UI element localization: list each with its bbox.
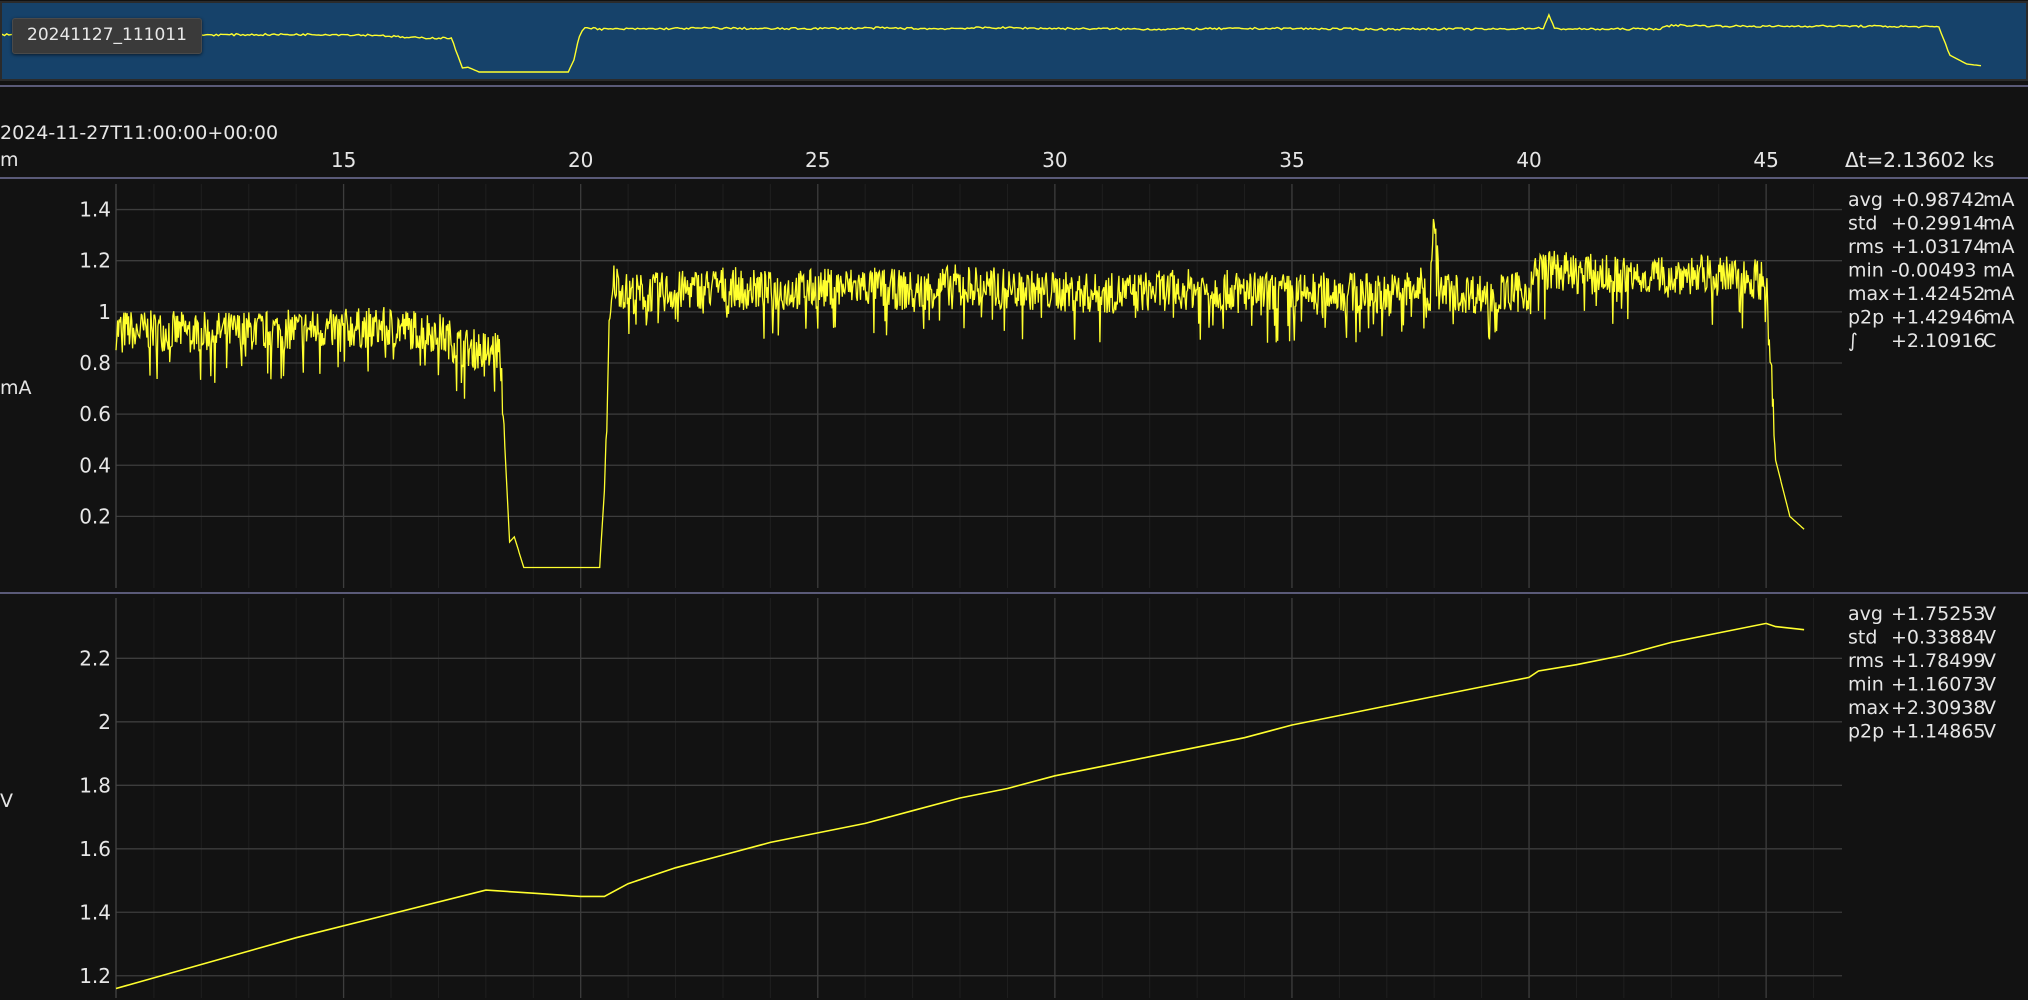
y-tick-label: 1 <box>98 300 111 324</box>
stat-value: +1.03174 <box>1891 236 1986 258</box>
stat-value: +0.98742 <box>1891 189 1986 211</box>
stat-name: max <box>1848 283 1889 305</box>
stat-value: +1.14865 <box>1891 721 1986 743</box>
y-tick-label: 0.2 <box>79 504 111 528</box>
stat-unit: mA <box>1983 260 2015 282</box>
stat-unit: V <box>1983 721 1996 743</box>
stat-unit: mA <box>1983 307 2015 329</box>
y-tick-label: 2.2 <box>79 646 111 670</box>
stat-value: +1.75253 <box>1891 603 1986 625</box>
timestamp-origin: 2024-11-27T11:00:00+00:00 <box>0 122 278 144</box>
stat-name: max <box>1848 697 1889 719</box>
current-stats: avg +0.98742mAstd +0.29914mArms +1.03174mAm… <box>1848 189 2015 352</box>
stat-unit: V <box>1983 603 1996 625</box>
stat-name: std <box>1848 213 1877 235</box>
stat-unit: V <box>1983 674 1996 696</box>
stat-value: -0.00493 <box>1891 260 1976 282</box>
stat-value: +1.42452 <box>1891 283 1986 305</box>
y-tick-label: 1.4 <box>79 198 111 222</box>
scope-view: 2024-11-27T11:00:00+00:00 m Δt=2.13602 k… <box>0 0 2028 1000</box>
x-tick-label: 40 <box>1516 148 1541 172</box>
stat-value: +1.78499 <box>1891 650 1986 672</box>
stat-name: ∫ <box>1848 330 1858 352</box>
current-unit-label: mA <box>0 377 32 399</box>
stat-unit: V <box>1983 650 1996 672</box>
stat-name: std <box>1848 627 1877 649</box>
stat-unit: C <box>1983 330 1996 352</box>
y-tick-label: 0.6 <box>79 402 111 426</box>
stat-name: rms <box>1848 236 1884 258</box>
stat-unit: mA <box>1983 213 2015 235</box>
x-tick-label: 35 <box>1279 148 1304 172</box>
x-tick-label: 30 <box>1042 148 1067 172</box>
x-tick-label: 25 <box>805 148 830 172</box>
delta-t-readout: Δt=2.13602 ks <box>1845 148 1994 172</box>
voltage-unit-label: V <box>0 790 13 812</box>
voltage-stats: avg +1.75253Vstd +0.33884Vrms +1.78499Vmin +… <box>1848 603 1996 743</box>
x-tick-label: 45 <box>1753 148 1778 172</box>
stat-unit: mA <box>1983 236 2015 258</box>
stat-value: +2.10916 <box>1891 330 1986 352</box>
x-tick-label: 20 <box>568 148 593 172</box>
stat-value: +0.33884 <box>1891 627 1986 649</box>
stat-unit: V <box>1983 697 1996 719</box>
stat-name: rms <box>1848 650 1884 672</box>
stat-value: +1.16073 <box>1891 674 1986 696</box>
y-tick-label: 0.4 <box>79 453 111 477</box>
stat-name: avg <box>1848 603 1883 625</box>
overview-panel[interactable] <box>0 2 2028 80</box>
stat-unit: mA <box>1983 283 2015 305</box>
y-tick-label: 1.8 <box>79 773 111 797</box>
stat-name: avg <box>1848 189 1883 211</box>
stat-unit: mA <box>1983 189 2015 211</box>
y-tick-label: 1.2 <box>79 249 111 273</box>
y-tick-label: 2 <box>98 710 111 734</box>
y-tick-label: 0.8 <box>79 351 111 375</box>
y-tick-label: 1.2 <box>79 964 111 988</box>
stat-value: +0.29914 <box>1891 213 1986 235</box>
stat-unit: V <box>1983 627 1996 649</box>
y-tick-label: 1.6 <box>79 837 111 861</box>
overview-strip[interactable] <box>0 1 2028 81</box>
stat-name: min <box>1848 674 1884 696</box>
x-tick-label: 15 <box>331 148 356 172</box>
time-unit-label: m <box>0 149 19 171</box>
stat-name: min <box>1848 260 1884 282</box>
stat-name: p2p <box>1848 307 1884 329</box>
background <box>0 0 2028 1000</box>
capture-name-chip[interactable]: 20241127_111011 <box>12 18 202 54</box>
stat-value: +2.30938 <box>1891 697 1986 719</box>
stat-value: +1.42946 <box>1891 307 1986 329</box>
stat-name: p2p <box>1848 721 1884 743</box>
y-tick-label: 1.4 <box>79 900 111 924</box>
